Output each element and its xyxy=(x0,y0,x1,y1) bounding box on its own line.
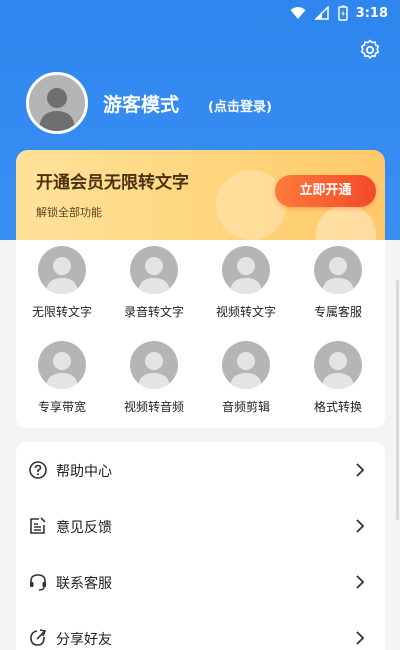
status-time: 3:18 xyxy=(355,5,388,21)
placeholder-avatar-icon xyxy=(222,341,270,389)
vip-banner[interactable]: 开通会员无限转文字 解锁全部功能 立即开通 xyxy=(16,150,385,240)
placeholder-avatar-icon xyxy=(38,341,86,389)
vip-subtitle: 解锁全部功能 xyxy=(36,206,102,219)
chevron-right-icon xyxy=(356,575,365,589)
feature-label: 专享带宽 xyxy=(37,400,86,414)
username: 游客模式 xyxy=(103,94,180,116)
default-avatar-icon[interactable] xyxy=(26,72,88,134)
menu-item-feedback[interactable]: 意见反馈 xyxy=(16,498,385,554)
feature-label: 视频转音频 xyxy=(123,400,184,414)
menu-item-contact[interactable]: 联系客服 xyxy=(16,554,385,610)
feature-label: 格式转换 xyxy=(313,400,362,414)
feature-label: 专属客服 xyxy=(313,305,362,319)
banner-decoration xyxy=(216,170,286,240)
help-circle-icon xyxy=(29,461,47,479)
wifi-icon xyxy=(290,7,306,19)
feature-grid: 无限转文字 录音转文字 视频转文字 专属客服 专享带宽 视频转音频 音频剪辑 格… xyxy=(16,240,385,428)
scrollbar[interactable] xyxy=(396,280,399,520)
status-bar: 3:18 xyxy=(0,0,400,26)
placeholder-avatar-icon xyxy=(314,341,362,389)
signal-icon xyxy=(313,6,329,20)
feature-label: 视频转文字 xyxy=(215,305,276,319)
headset-icon xyxy=(30,574,46,591)
placeholder-avatar-icon xyxy=(314,246,362,294)
feature-item[interactable]: 录音转文字 xyxy=(108,246,200,320)
gear-icon[interactable] xyxy=(358,38,382,62)
menu-item-share[interactable]: 分享好友 xyxy=(16,610,385,650)
chevron-right-icon xyxy=(356,631,365,645)
login-link[interactable]: (点击登录) xyxy=(208,96,272,115)
feature-item[interactable]: 视频转音频 xyxy=(108,341,200,415)
banner-decoration xyxy=(316,205,376,240)
feature-item[interactable]: 视频转文字 xyxy=(200,246,292,320)
placeholder-avatar-icon xyxy=(222,246,270,294)
vip-title: 开通会员无限转文字 xyxy=(36,173,189,193)
feature-label: 录音转文字 xyxy=(123,305,184,319)
menu-item-label: 联系客服 xyxy=(56,576,112,592)
feature-item[interactable]: 格式转换 xyxy=(292,341,384,415)
chevron-right-icon xyxy=(356,463,365,477)
battery-icon xyxy=(337,5,348,21)
placeholder-avatar-icon xyxy=(130,246,178,294)
feature-item[interactable]: 无限转文字 xyxy=(16,246,108,320)
menu-item-help[interactable]: 帮助中心 xyxy=(16,442,385,498)
chevron-right-icon xyxy=(356,519,365,533)
menu-item-label: 帮助中心 xyxy=(56,464,112,480)
settings-menu: 帮助中心 意见反馈 联系客服 分享好友 xyxy=(16,442,385,650)
feature-item[interactable]: 专享带宽 xyxy=(16,341,108,415)
feature-label: 音频剪辑 xyxy=(221,400,270,414)
feature-item[interactable]: 专属客服 xyxy=(292,246,384,320)
menu-item-label: 分享好友 xyxy=(56,632,112,648)
feature-label: 无限转文字 xyxy=(31,305,92,319)
placeholder-avatar-icon xyxy=(130,341,178,389)
share-icon xyxy=(30,629,47,646)
activate-vip-button[interactable]: 立即开通 xyxy=(275,175,376,207)
menu-item-label: 意见反馈 xyxy=(56,520,112,536)
feature-item[interactable]: 音频剪辑 xyxy=(200,341,292,415)
placeholder-avatar-icon xyxy=(38,246,86,294)
feedback-icon xyxy=(30,517,46,534)
